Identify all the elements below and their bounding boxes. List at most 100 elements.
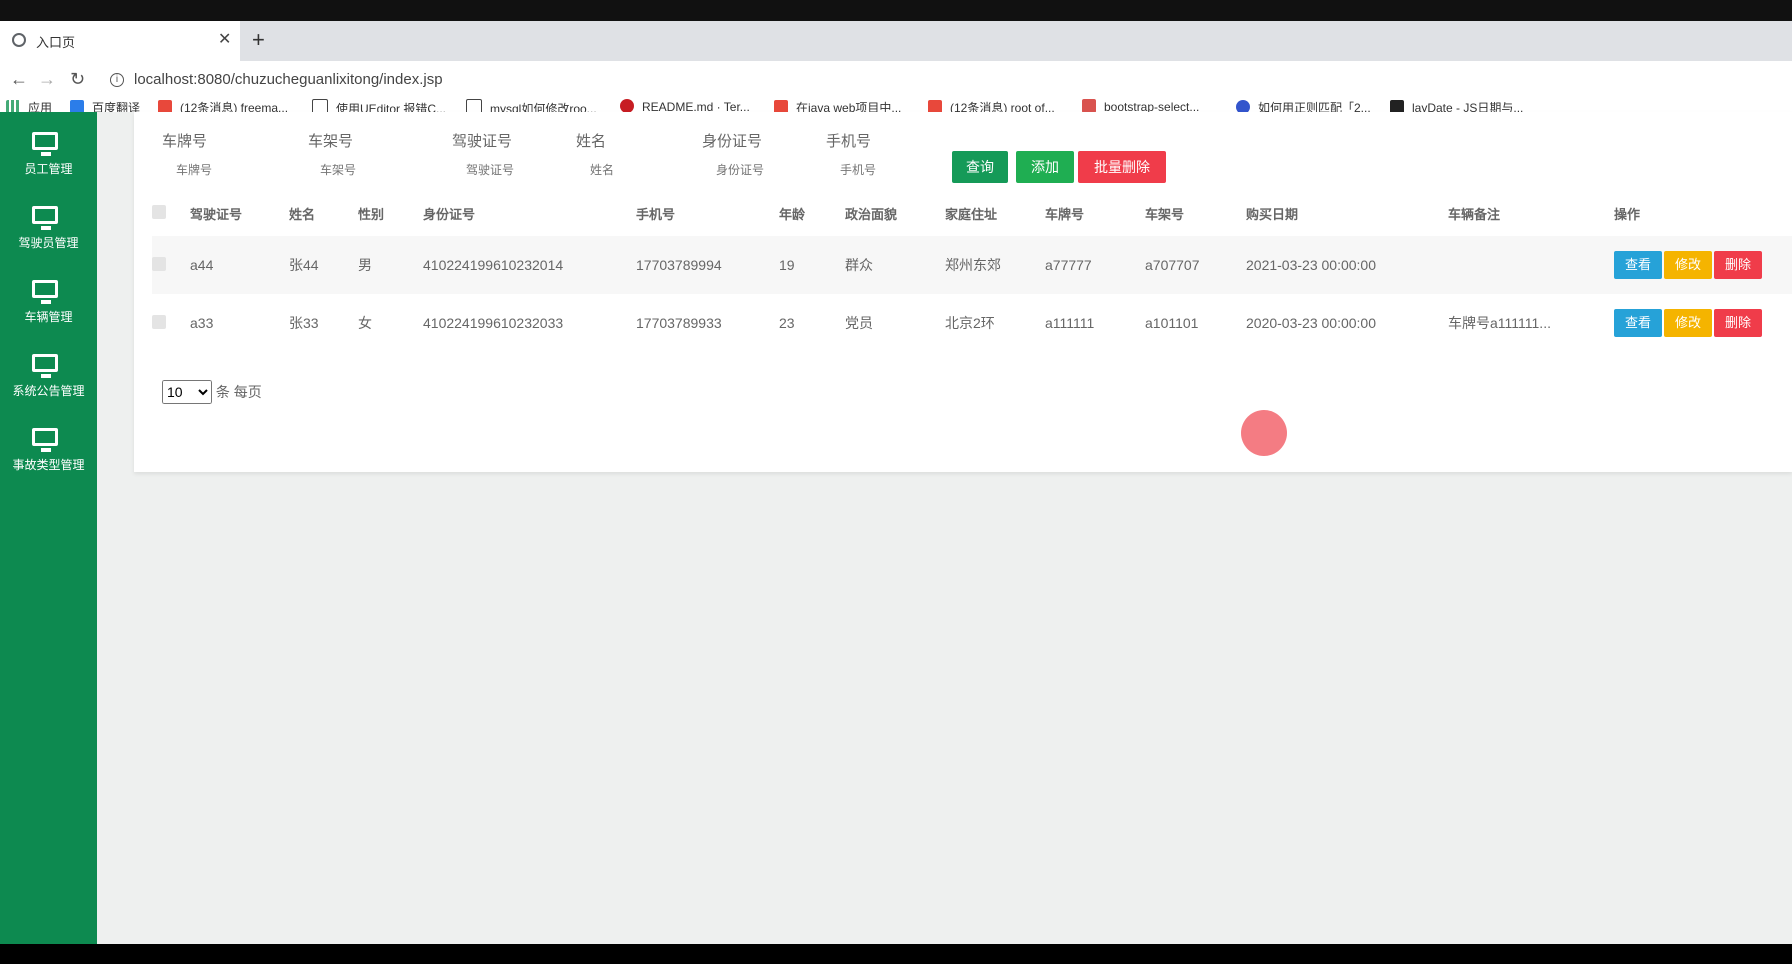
table-cell: 2021-03-23 00:00:00 [1246, 257, 1376, 273]
edit-button[interactable]: 修改 [1664, 251, 1712, 279]
column-header: 政治面貌 [845, 206, 898, 222]
sidebar-item-announcements[interactable]: 系统公告管理 [0, 342, 97, 412]
search-label: 身份证号 [702, 133, 763, 150]
mouse-cursor-highlight [1241, 410, 1287, 456]
globe-icon [12, 33, 26, 47]
pagination: 10 条 每页 [162, 380, 262, 404]
column-header: 操作 [1614, 206, 1641, 222]
view-button[interactable]: 查看 [1614, 251, 1662, 279]
browser-tab[interactable]: 入口页 ✕ [0, 21, 240, 61]
frame-number-input[interactable] [320, 158, 420, 182]
sidebar-item-vehicles[interactable]: 车辆管理 [0, 268, 97, 338]
forward-icon[interactable]: → [38, 69, 56, 90]
column-header: 驾驶证号 [190, 206, 243, 222]
browser-tab-strip: 入口页 ✕ + [0, 21, 1792, 61]
site-info-icon[interactable]: i [110, 73, 124, 87]
delete-button[interactable]: 删除 [1714, 309, 1762, 337]
table-cell: 19 [779, 257, 795, 273]
column-header: 家庭住址 [945, 206, 998, 222]
sidebar-item-employees[interactable]: 员工管理 [0, 120, 97, 190]
gitee-icon [620, 99, 634, 113]
table-cell: a44 [190, 257, 214, 273]
sidebar-item-label: 车辆管理 [24, 310, 73, 324]
batch-delete-button[interactable]: 批量删除 [1078, 151, 1166, 183]
column-header: 车架号 [1145, 206, 1185, 222]
select-all-cell[interactable] [152, 190, 190, 236]
page-size-select[interactable]: 10 [162, 380, 212, 404]
phone-input[interactable] [840, 158, 940, 182]
search-label: 姓名 [576, 133, 607, 150]
monitor-icon [32, 206, 58, 230]
close-tab-icon[interactable]: ✕ [218, 29, 231, 49]
table-cell: 张33 [289, 315, 319, 331]
add-button[interactable]: 添加 [1016, 151, 1074, 183]
column-header: 身份证号 [423, 206, 476, 222]
table-row: a33 张33 女 410224199610232033 17703789933… [152, 294, 1792, 352]
table-cell: 男 [358, 257, 372, 273]
search-label: 车架号 [308, 133, 354, 150]
actions-cell: 查看 修改 删除 [1614, 236, 1792, 294]
table-cell: a77777 [1045, 257, 1092, 273]
table-cell: 郑州东郊 [945, 257, 1001, 273]
sidebar-item-label: 系统公告管理 [12, 384, 85, 398]
row-select-cell[interactable] [152, 236, 190, 294]
table-cell: 车牌号a111111... [1448, 315, 1551, 331]
monitor-icon [32, 354, 58, 378]
search-label: 车牌号 [162, 133, 208, 150]
id-number-input[interactable] [716, 158, 816, 182]
table-cell: 410224199610232033 [423, 315, 564, 331]
table-cell: 北京2环 [945, 315, 995, 331]
monitor-icon [32, 428, 58, 452]
name-input[interactable] [590, 158, 690, 182]
search-label: 手机号 [826, 133, 872, 150]
table-cell: 张44 [289, 257, 319, 273]
table-header-row: 驾驶证号 姓名 性别 身份证号 手机号 年龄 政治面貌 家庭住址 车牌号 车架号… [152, 190, 1792, 236]
column-header: 年龄 [779, 206, 806, 222]
select-all-checkbox[interactable] [152, 204, 166, 219]
delete-button[interactable]: 删除 [1714, 251, 1762, 279]
screen-bottom-bar [0, 944, 1792, 964]
sidebar-item-drivers[interactable]: 驾驶员管理 [0, 194, 97, 264]
sidebar-item-label: 驾驶员管理 [18, 236, 79, 250]
driver-table: 驾驶证号 姓名 性别 身份证号 手机号 年龄 政治面貌 家庭住址 车牌号 车架号… [152, 190, 1792, 352]
sidebar-item-label: 事故类型管理 [12, 458, 85, 472]
main-panel: 车牌号 车架号 驾驶证号 姓名 身份证号 手机号 查询 添加 批量删除 [134, 112, 1792, 472]
sidebar-item-label: 员工管理 [24, 162, 73, 176]
bookmark-icon [1082, 99, 1096, 113]
actions-cell: 查看 修改 删除 [1614, 294, 1792, 352]
new-tab-button[interactable]: + [252, 27, 265, 53]
table-row: a44 张44 男 410224199610232014 17703789994… [152, 236, 1792, 294]
row-select-cell[interactable] [152, 294, 190, 352]
table-cell: 410224199610232014 [423, 257, 564, 273]
table-cell: 2020-03-23 00:00:00 [1246, 315, 1376, 331]
table-cell: 党员 [845, 315, 873, 331]
row-checkbox[interactable] [152, 314, 166, 329]
table-cell: 群众 [845, 257, 873, 273]
row-checkbox[interactable] [152, 256, 166, 271]
column-header: 车牌号 [1045, 206, 1085, 222]
column-header: 姓名 [289, 206, 316, 222]
back-icon[interactable]: ← [10, 69, 28, 90]
view-button[interactable]: 查看 [1614, 309, 1662, 337]
sidebar-item-accident-types[interactable]: 事故类型管理 [0, 416, 97, 486]
sidebar: 员工管理 驾驶员管理 车辆管理 系统公告管理 事故类型管理 [0, 112, 97, 944]
column-header: 性别 [358, 206, 385, 222]
table-cell: 23 [779, 315, 795, 331]
reload-icon[interactable]: ↻ [70, 69, 85, 90]
edit-button[interactable]: 修改 [1664, 309, 1712, 337]
plate-number-input[interactable] [176, 158, 276, 182]
query-button[interactable]: 查询 [952, 151, 1008, 183]
column-header: 车辆备注 [1448, 206, 1501, 222]
column-header: 购买日期 [1246, 206, 1299, 222]
url-field[interactable]: localhost:8080/chuzucheguanlixitong/inde… [134, 71, 443, 88]
tab-title: 入口页 [36, 35, 76, 50]
page-size-suffix: 条 每页 [215, 384, 262, 400]
table-cell: 17703789994 [636, 257, 722, 273]
table-cell: 17703789933 [636, 315, 722, 331]
screen-top-bar [0, 0, 1792, 21]
monitor-icon [32, 132, 58, 156]
table-cell: a111111 [1045, 315, 1095, 331]
table-cell: a33 [190, 315, 214, 331]
table-cell: 女 [358, 315, 372, 331]
license-number-input[interactable] [466, 158, 566, 182]
